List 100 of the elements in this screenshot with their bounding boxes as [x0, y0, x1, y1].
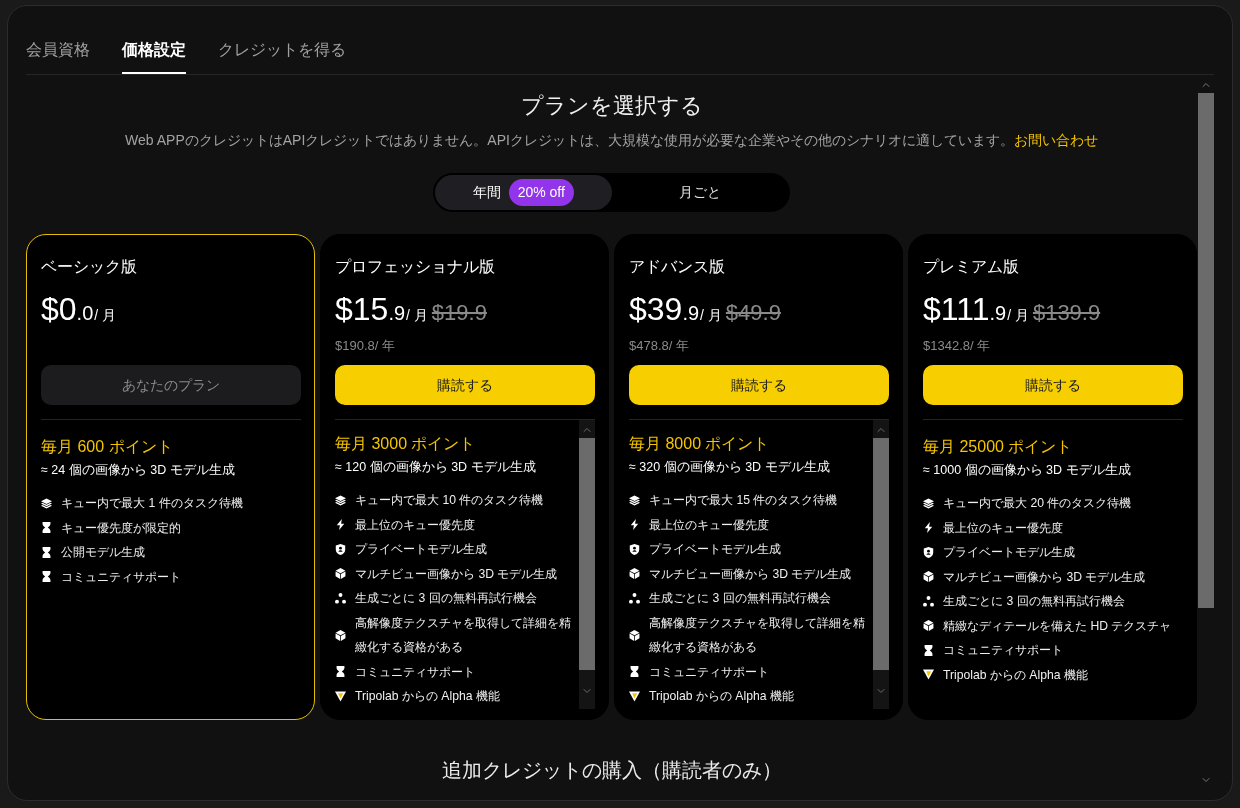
feature-text: コミュニティサポート	[61, 568, 181, 586]
monthly-points: 毎月 25000 ポイント	[923, 437, 1074, 457]
discount-badge: 20% off	[508, 179, 574, 206]
original-price: $49.9	[725, 299, 781, 327]
scrollbar-thumb[interactable]	[1198, 93, 1214, 608]
feature-text: 生成ごとに 3 回の無料再試行機会	[355, 590, 537, 607]
feature-text: Tripolab からの Alpha 機能	[649, 688, 794, 705]
monthly-points: 毎月 600 ポイント	[41, 437, 174, 457]
feature-text: マルチビュー画像から 3D モデル生成	[355, 565, 558, 583]
scrollbar-thumb[interactable]	[873, 438, 889, 670]
price: $111.9	[923, 290, 1007, 329]
plan-name: プレミアム版	[923, 257, 1020, 277]
feature-text: マルチビュー画像から 3D モデル生成	[649, 565, 852, 583]
billing-label: 月ごと	[678, 183, 721, 202]
feature-text: キュー優先度が限定的	[61, 519, 181, 537]
hourglass-icon	[923, 644, 934, 656]
v-logo-icon	[629, 690, 640, 702]
feature-text: 最上位のキュー優先度	[943, 519, 1063, 537]
cube-icon	[335, 568, 346, 580]
layers-icon	[923, 497, 934, 509]
plan-name: プロフェッショナル版	[335, 257, 496, 277]
feature-text: キュー内で最大 10 件のタスク待機	[355, 492, 544, 509]
layers-icon	[629, 494, 640, 506]
hourglass-icon	[41, 522, 52, 534]
feature-text: マルチビュー画像から 3D モデル生成	[943, 568, 1146, 586]
original-price: $139.9	[1032, 299, 1101, 327]
price-period: / 月	[1007, 306, 1029, 325]
three-dots-icon	[335, 592, 346, 604]
feature-text: 公開モデル生成	[61, 544, 145, 561]
feature-text: プライベートモデル生成	[649, 541, 781, 558]
feature-text: キュー内で最大 20 件のタスク待機	[943, 495, 1132, 512]
tab[interactable]: 価格設定	[122, 38, 186, 74]
model-estimate: ≈ 24 個の画像から 3D モデル生成	[41, 462, 236, 479]
scrollbar[interactable]	[873, 420, 889, 709]
credit-notice: Web APPのクレジットはAPIクレジットではありません。APIクレジットは、大規模な使用が必要な企業やその他のシナリオに適しています。お問い合わせ	[125, 131, 1098, 150]
hourglass-icon	[335, 666, 346, 678]
cube-icon	[923, 620, 934, 632]
scrollbar[interactable]	[579, 420, 595, 709]
feature-text: コミュニティサポート	[355, 663, 475, 681]
billing-label: 年間	[472, 183, 501, 202]
v-logo-icon	[335, 690, 346, 702]
contact-link[interactable]: お問い合わせ	[1013, 132, 1098, 148]
tab[interactable]: 会員資格	[26, 38, 90, 74]
layers-icon	[335, 494, 346, 506]
scrollbar-thumb[interactable]	[579, 438, 595, 670]
v-logo-icon	[923, 669, 934, 681]
model-estimate: ≈ 1000 個の画像から 3D モデル生成	[923, 462, 1132, 479]
feature-text: Tripolab からの Alpha 機能	[355, 688, 500, 705]
feature-text: Tripolab からの Alpha 機能	[943, 666, 1088, 684]
feature-text: コミュニティサポート	[649, 663, 769, 681]
yearly-price: $190.8/ 年	[335, 338, 395, 353]
original-price: $19.9	[431, 299, 487, 327]
feature-text: 高解像度テクスチャを取得して詳細を精緻化する資格がある	[649, 614, 866, 656]
shield-user-icon	[923, 546, 934, 558]
feature-text: 精緻なディテールを備えた HD テクスチャ	[943, 617, 1172, 635]
price-period: / 月	[700, 306, 722, 325]
layers-icon	[41, 497, 52, 509]
tab[interactable]: クレジットを得る	[218, 38, 346, 74]
price: $39.9	[629, 290, 700, 329]
lightning-icon	[629, 519, 640, 531]
price: $0.0	[41, 290, 94, 329]
feature-text: 最上位のキュー優先度	[355, 516, 475, 534]
three-dots-icon	[629, 592, 640, 604]
feature-text: プライベートモデル生成	[355, 541, 487, 558]
feature-text: コミュニティサポート	[943, 642, 1063, 659]
hourglass-icon	[629, 666, 640, 678]
price: $15.9	[335, 290, 406, 329]
hourglass-icon	[41, 571, 52, 583]
price-period: / 月	[94, 306, 117, 325]
feature-text: 生成ごとに 3 回の無料再試行機会	[943, 593, 1125, 610]
shield-user-icon	[629, 543, 640, 555]
price-period: / 月	[406, 306, 428, 325]
extra-credits-title: 追加クレジットの購入（購読者のみ）	[441, 757, 782, 783]
subscribe-button[interactable]: 購読する	[335, 365, 595, 405]
yearly-price: $478.8/ 年	[629, 338, 689, 353]
section-title: プランを選択する	[520, 92, 703, 120]
lightning-icon	[335, 519, 346, 531]
current-plan-button[interactable]: あなたのプラン	[41, 365, 301, 405]
yearly-price: $1342.8/ 年	[923, 338, 991, 353]
cube-icon	[629, 629, 640, 641]
feature-text: キュー内で最大 15 件のタスク待機	[649, 492, 838, 509]
three-dots-icon	[923, 595, 934, 607]
plan-name: ベーシック版	[41, 257, 138, 277]
subscribe-button[interactable]: 購読する	[629, 365, 889, 405]
plan-name: アドバンス版	[629, 257, 726, 277]
hourglass-icon	[41, 546, 52, 558]
billing-option[interactable]: 年間 20% off	[435, 175, 612, 210]
model-estimate: ≈ 320 個の画像から 3D モデル生成	[629, 459, 831, 476]
feature-text: 高解像度テクスチャを取得して詳細を精緻化する資格がある	[355, 614, 572, 656]
subscribe-button[interactable]: 購読する	[923, 365, 1183, 405]
monthly-points: 毎月 8000 ポイント	[629, 434, 771, 454]
feature-text: キュー内で最大 1 件のタスク待機	[61, 495, 243, 512]
cube-icon	[923, 571, 934, 583]
lightning-icon	[923, 522, 934, 534]
cube-icon	[629, 568, 640, 580]
feature-text: 生成ごとに 3 回の無料再試行機会	[649, 590, 831, 607]
model-estimate: ≈ 120 個の画像から 3D モデル生成	[335, 459, 537, 476]
shield-user-icon	[335, 543, 346, 555]
cube-icon	[335, 629, 346, 641]
feature-text: 最上位のキュー優先度	[649, 516, 769, 534]
